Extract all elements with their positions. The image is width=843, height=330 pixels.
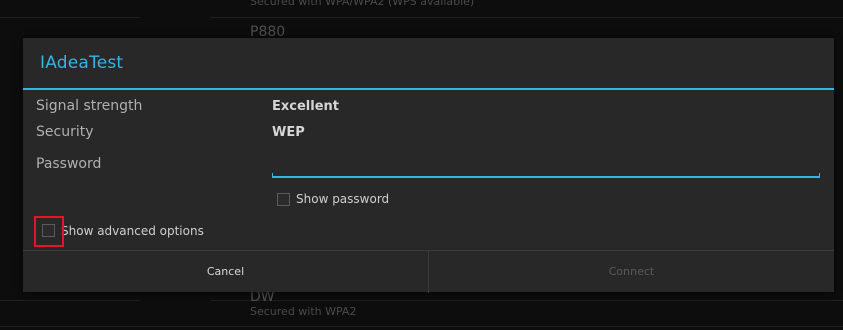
password-label: Password	[36, 156, 102, 172]
password-input[interactable]	[272, 154, 820, 178]
show-password-checkbox[interactable]	[277, 193, 290, 206]
screen: Secured with WPA/WPA2 (WPS available) P8…	[0, 0, 843, 330]
show-password-label[interactable]: Show password	[296, 192, 389, 206]
connect-button[interactable]: Connect	[429, 251, 834, 292]
bg-divider	[0, 17, 140, 18]
signal-strength-label: Signal strength	[36, 98, 143, 114]
dialog-title: IAdeaTest	[40, 53, 124, 73]
dialog-button-bar: Cancel Connect	[23, 250, 834, 293]
input-edge-left	[272, 173, 273, 178]
cancel-button[interactable]: Cancel	[23, 251, 428, 292]
highlight-annotation	[34, 216, 64, 247]
wifi-connect-dialog: IAdeaTest Signal strength Excellent Secu…	[23, 38, 834, 293]
show-advanced-options-label[interactable]: Show advanced options	[61, 224, 204, 238]
bg-divider	[210, 17, 843, 18]
signal-strength-value: Excellent	[272, 99, 339, 114]
bg-divider	[210, 300, 843, 301]
input-edge-right	[819, 173, 820, 178]
title-divider	[23, 88, 834, 90]
bg-network-dw-security: Secured with WPA2	[250, 305, 357, 318]
bg-divider	[0, 326, 843, 327]
security-value: WEP	[272, 125, 305, 140]
bg-network-security: Secured with WPA/WPA2 (WPS available)	[250, 0, 475, 8]
security-label: Security	[36, 124, 94, 140]
bg-divider	[0, 300, 140, 301]
